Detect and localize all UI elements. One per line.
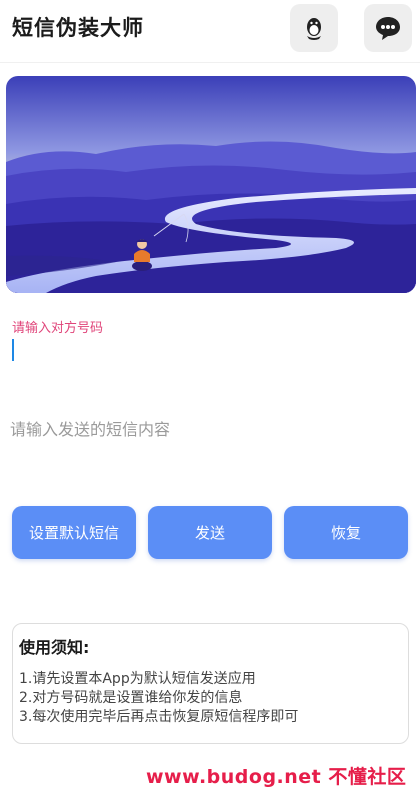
notice-line: 3.每次使用完毕后再点击恢复原短信程序即可 bbox=[19, 709, 299, 725]
app-bar: 短信伪装大师 bbox=[0, 0, 420, 60]
chat-button[interactable] bbox=[364, 4, 412, 52]
watermark-text: www.budog.net 不懂社区 bbox=[146, 766, 407, 788]
chat-bubble-icon bbox=[376, 17, 400, 40]
qq-button[interactable] bbox=[290, 4, 338, 52]
text-caret bbox=[12, 339, 14, 361]
app-title: 短信伪装大师 bbox=[12, 16, 144, 40]
message-input[interactable] bbox=[10, 414, 410, 444]
phone-input[interactable] bbox=[10, 336, 410, 368]
phone-label: 请输入对方号码 bbox=[12, 321, 104, 336]
notice-line: 2.对方号码就是设置谁给你发的信息 bbox=[19, 690, 243, 706]
send-button[interactable]: 发送 bbox=[148, 506, 272, 559]
qq-penguin-icon bbox=[307, 18, 321, 40]
header-divider bbox=[0, 62, 420, 63]
banner-image bbox=[6, 76, 416, 293]
usage-notice-card: 使用须知: 1.请先设置本App为默认短信发送应用 2.对方号码就是设置谁给你发… bbox=[12, 623, 409, 744]
notice-title: 使用须知: bbox=[19, 638, 90, 657]
restore-button[interactable]: 恢复 bbox=[284, 506, 408, 559]
set-default-sms-button[interactable]: 设置默认短信 bbox=[12, 506, 136, 559]
notice-line: 1.请先设置本App为默认短信发送应用 bbox=[19, 671, 256, 687]
fishing-landscape-illustration bbox=[6, 76, 416, 293]
